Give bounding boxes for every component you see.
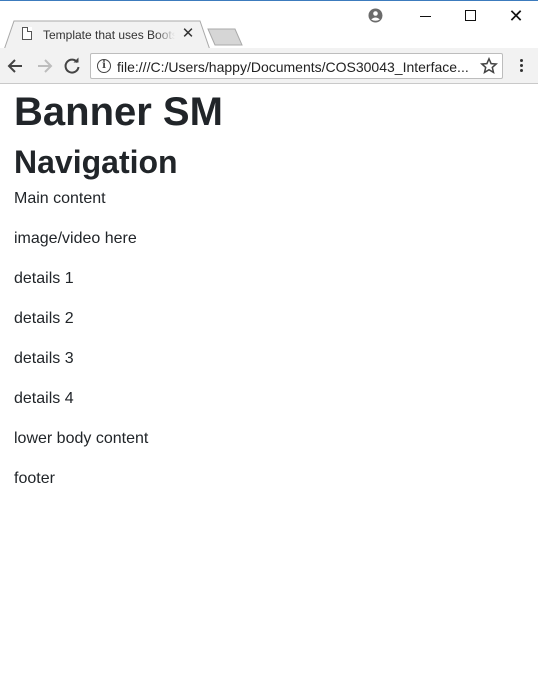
forward-arrow-icon[interactable]	[34, 56, 54, 76]
browser-menu-icon[interactable]	[513, 59, 529, 75]
minimize-button[interactable]	[414, 5, 438, 27]
new-tab-button[interactable]	[207, 28, 243, 46]
close-window-button[interactable]: ✕	[504, 5, 528, 27]
url-text[interactable]: file:///C:/Users/happy/Documents/COS3004…	[117, 58, 473, 76]
maximize-button[interactable]	[458, 5, 482, 27]
profile-icon[interactable]	[368, 8, 383, 23]
details-1-text: details 1	[14, 270, 74, 287]
details-2-text: details 2	[14, 310, 74, 327]
browser-titlebar: Template that uses Bootstrap ✕ ✕	[0, 0, 538, 50]
details-3-text: details 3	[14, 350, 74, 367]
info-icon[interactable]: i	[97, 59, 111, 73]
address-bar[interactable]: i file:///C:/Users/happy/Documents/COS30…	[90, 53, 503, 79]
main-content-text: Main content	[14, 190, 106, 207]
browser-toolbar: i file:///C:/Users/happy/Documents/COS30…	[0, 48, 538, 84]
tab-title[interactable]: Template that uses Bootstrap	[43, 27, 175, 43]
tab-close-icon[interactable]: ✕	[181, 26, 195, 41]
page-content: Banner SM Navigation Main content image/…	[0, 85, 538, 676]
back-arrow-icon[interactable]	[6, 56, 26, 76]
footer-text: footer	[14, 470, 55, 487]
reload-icon[interactable]	[62, 56, 82, 76]
navigation-heading: Navigation	[14, 144, 178, 180]
image-video-placeholder: image/video here	[14, 230, 137, 247]
page-icon	[22, 27, 32, 40]
bookmark-star-icon[interactable]	[480, 57, 498, 75]
banner-heading: Banner SM	[14, 90, 223, 134]
lower-body-content-text: lower body content	[14, 430, 149, 447]
details-4-text: details 4	[14, 390, 74, 407]
